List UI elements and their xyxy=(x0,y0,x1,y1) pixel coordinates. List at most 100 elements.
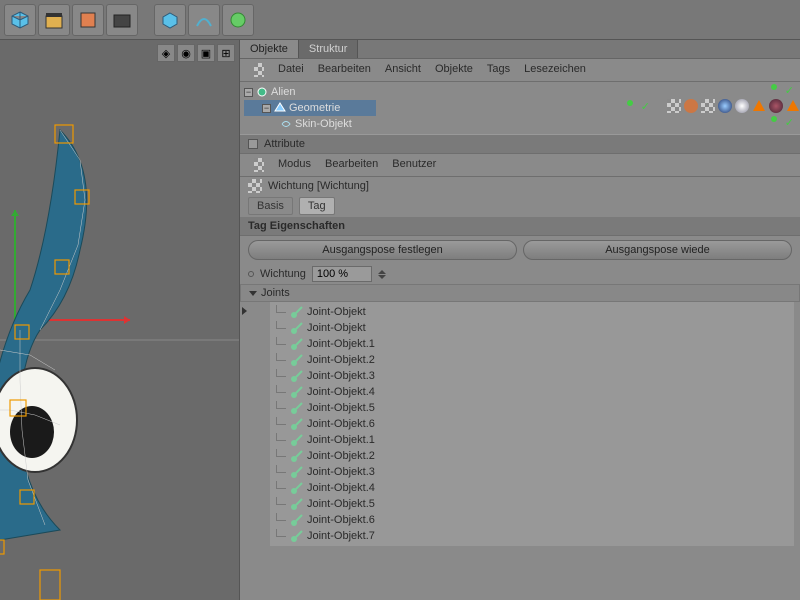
reset-bind-pose-button[interactable]: Ausgangspose wiede xyxy=(523,240,792,260)
weight-tag-icon[interactable] xyxy=(667,99,681,113)
enable-check-icon[interactable]: ✓ xyxy=(641,100,650,113)
enable-check-icon[interactable]: ✓ xyxy=(785,84,794,97)
weight-spinner[interactable] xyxy=(378,270,388,279)
material-tag-icon[interactable] xyxy=(718,99,732,113)
tree-line-icon xyxy=(276,337,286,345)
menu-edit-attr[interactable]: Bearbeiten xyxy=(325,158,378,172)
joint-list-item[interactable]: Joint-Objekt.3 xyxy=(270,368,794,384)
render-icon[interactable] xyxy=(106,4,138,36)
lock-checkbox[interactable] xyxy=(248,139,258,149)
viewport-nav-3-icon[interactable]: ▣ xyxy=(197,44,215,62)
anim-dot-icon[interactable] xyxy=(248,271,254,277)
viewport-nav-2-icon[interactable]: ◉ xyxy=(177,44,195,62)
joint-icon xyxy=(290,450,303,463)
joints-section-header[interactable]: Joints xyxy=(240,284,800,302)
cube-tool-icon[interactable] xyxy=(4,4,36,36)
joint-label: Joint-Objekt xyxy=(307,306,366,318)
viewport-nav-1-icon[interactable]: ◈ xyxy=(157,44,175,62)
joint-label: Joint-Objekt xyxy=(307,322,366,334)
clapboard-icon[interactable] xyxy=(38,4,70,36)
tree-label: Geometrie xyxy=(289,102,340,114)
attribute-title: Attribute xyxy=(264,138,305,150)
menu-edit[interactable]: Bearbeiten xyxy=(318,63,371,77)
joint-list-item[interactable]: Joint-Objekt.6 xyxy=(270,416,794,432)
tree-line-icon xyxy=(276,529,286,537)
joint-list-item[interactable]: Joint-Objekt.7 xyxy=(270,528,794,544)
joint-list-item[interactable]: Joint-Objekt.2 xyxy=(270,448,794,464)
tab-structure[interactable]: Struktur xyxy=(299,40,359,58)
menu-view[interactable]: Ansicht xyxy=(385,63,421,77)
primitive-cube-icon[interactable] xyxy=(154,4,186,36)
tag-name-label: Wichtung [Wichtung] xyxy=(268,180,369,192)
spline-tool-icon[interactable] xyxy=(188,4,220,36)
joint-list-item[interactable]: Joint-Objekt xyxy=(270,320,794,336)
tree-item-geometrie[interactable]: − Geometrie xyxy=(244,100,376,116)
expand-icon[interactable]: − xyxy=(262,104,271,113)
tree-item-alien[interactable]: − Alien xyxy=(244,84,376,100)
joint-list-item[interactable]: Joint-Objekt.5 xyxy=(270,400,794,416)
joint-list-item[interactable]: Joint-Objekt.5 xyxy=(270,496,794,512)
tree-line-icon xyxy=(276,449,286,457)
attribute-tag-name: Wichtung [Wichtung] xyxy=(240,177,800,195)
null-object-icon xyxy=(256,86,268,98)
collapse-triangle-icon[interactable] xyxy=(249,291,257,296)
weight-label: Wichtung xyxy=(260,268,306,280)
menu-mode[interactable]: Modus xyxy=(278,158,311,172)
expand-icon[interactable]: − xyxy=(244,88,253,97)
tree-line-icon xyxy=(276,433,286,441)
joint-label: Joint-Objekt.2 xyxy=(307,354,375,366)
joint-list-item[interactable]: Joint-Objekt.1 xyxy=(270,432,794,448)
joint-list-item[interactable]: Joint-Objekt xyxy=(270,304,794,320)
tree-line-icon xyxy=(276,417,286,425)
joint-list-item[interactable]: Joint-Objekt.2 xyxy=(270,352,794,368)
set-bind-pose-button[interactable]: Ausgangspose festlegen xyxy=(248,240,517,260)
joint-label: Joint-Objekt.4 xyxy=(307,386,375,398)
warning-tag-icon[interactable] xyxy=(752,99,766,113)
texture-tag-icon[interactable] xyxy=(701,99,715,113)
menu-objects[interactable]: Objekte xyxy=(435,63,473,77)
joint-list-item[interactable]: Joint-Objekt.1 xyxy=(270,336,794,352)
tree-line-icon xyxy=(276,481,286,489)
joint-label: Joint-Objekt.7 xyxy=(307,530,375,542)
subtab-basis[interactable]: Basis xyxy=(248,197,293,215)
joint-icon xyxy=(290,530,303,543)
joint-list-item[interactable]: Joint-Objekt.3 xyxy=(270,464,794,480)
visibility-dot-icon[interactable] xyxy=(771,84,777,90)
object-tree: − Alien − Geometrie Skin-Objekt xyxy=(240,82,380,134)
tree-item-skin[interactable]: Skin-Objekt xyxy=(244,116,376,132)
tree-label: Alien xyxy=(271,86,295,98)
tree-label: Skin-Objekt xyxy=(295,118,352,130)
joint-icon xyxy=(290,322,303,335)
menu-bookmarks[interactable]: Lesezeichen xyxy=(524,63,586,77)
visibility-dot-icon[interactable] xyxy=(771,116,777,122)
tree-line-icon xyxy=(276,385,286,393)
material-tag-icon[interactable] xyxy=(735,99,749,113)
viewport-nav-4-icon[interactable]: ⊞ xyxy=(217,44,235,62)
warning-tag-icon[interactable] xyxy=(786,99,800,113)
layout-grip-icon[interactable] xyxy=(254,63,264,77)
film-icon[interactable] xyxy=(72,4,104,36)
joint-icon xyxy=(290,434,303,447)
menu-user[interactable]: Benutzer xyxy=(392,158,436,172)
layout-grip-icon[interactable] xyxy=(254,158,264,172)
enable-check-icon[interactable]: ✓ xyxy=(785,116,794,129)
tag-icon[interactable] xyxy=(684,99,698,113)
viewport-3d[interactable]: ◈ ◉ ▣ ⊞ xyxy=(0,40,240,600)
attribute-subtabs: Basis Tag xyxy=(240,195,800,217)
tree-line-icon xyxy=(276,369,286,377)
attribute-menu-bar: Modus Bearbeiten Benutzer xyxy=(240,154,800,177)
joint-list-item[interactable]: Joint-Objekt.4 xyxy=(270,480,794,496)
material-tag-icon[interactable] xyxy=(769,99,783,113)
joint-list-item[interactable]: Joint-Objekt.6 xyxy=(270,512,794,528)
joint-list-item[interactable]: Joint-Objekt.4 xyxy=(270,384,794,400)
tab-objects[interactable]: Objekte xyxy=(240,40,299,58)
expand-triangle-icon[interactable] xyxy=(242,307,251,315)
visibility-dot-icon[interactable] xyxy=(627,100,633,106)
nurbs-tool-icon[interactable] xyxy=(222,4,254,36)
menu-tags[interactable]: Tags xyxy=(487,63,510,77)
menu-file[interactable]: Datei xyxy=(278,63,304,77)
weight-field-row: Wichtung 100 % xyxy=(240,264,800,284)
joint-icon xyxy=(290,402,303,415)
weight-input[interactable]: 100 % xyxy=(312,266,372,282)
subtab-tag[interactable]: Tag xyxy=(299,197,335,215)
